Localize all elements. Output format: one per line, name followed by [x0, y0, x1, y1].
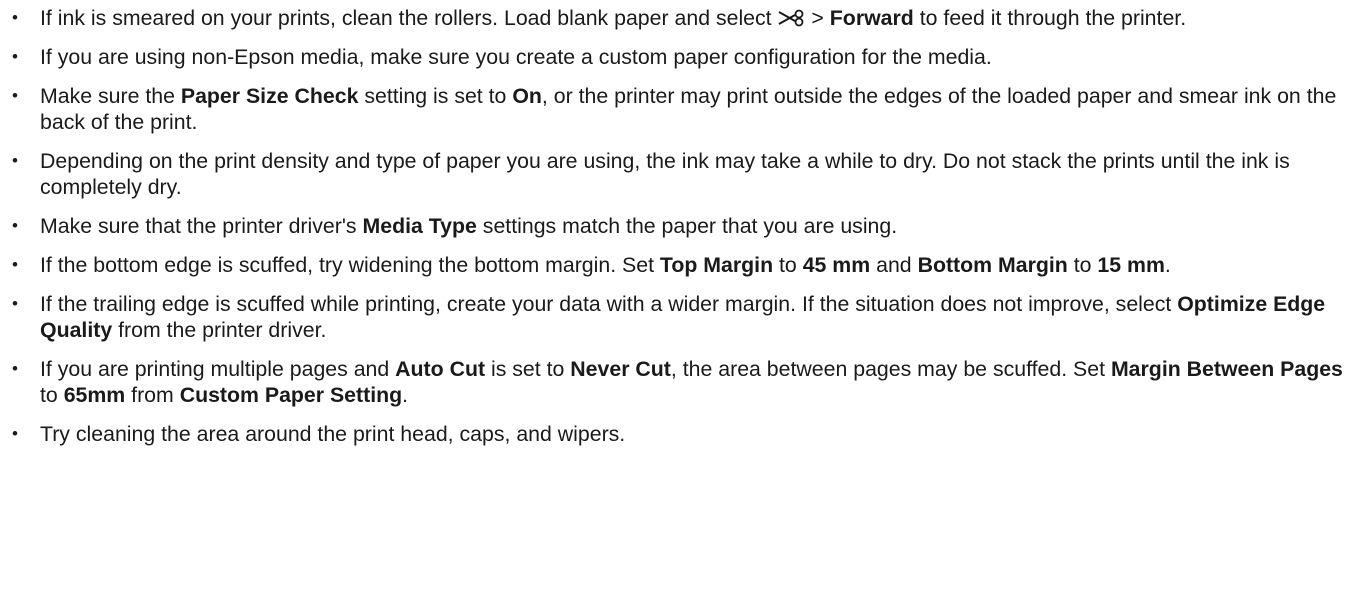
text-run: If the bottom edge is scuffed, try widen… — [40, 253, 660, 277]
document-page: • If ink is smeared on your prints, clean… — [0, 0, 1367, 605]
text-run: > — [805, 6, 830, 30]
text-run: settings match the paper that you are us… — [476, 214, 898, 238]
list-item: • If you are using non-Epson media, make … — [7, 44, 1365, 70]
bold-term: 65mm — [63, 383, 126, 407]
text-run: from — [125, 383, 180, 407]
text-run: Depending on the print density and type … — [40, 149, 1290, 199]
bold-term: On — [512, 84, 542, 108]
text-run: from the printer driver. — [112, 318, 327, 342]
list-item-text: If you are printing multiple pages and A… — [40, 357, 1343, 407]
bold-term: Bottom Margin — [917, 253, 1068, 277]
bullet-dot: • — [12, 424, 18, 443]
text-run: and — [870, 253, 918, 277]
list-item-text: Make sure the Paper Size Check setting i… — [40, 84, 1336, 134]
text-run: If ink is smeared on your prints, clean … — [40, 6, 778, 30]
bullet-dot: • — [12, 47, 18, 66]
bold-term: Never Cut — [570, 357, 671, 381]
text-run: Make sure the — [40, 84, 181, 108]
list-item: • If ink is smeared on your prints, clean… — [7, 5, 1365, 31]
list-item-text: If you are using non-Epson media, make s… — [40, 45, 992, 69]
text-run: . — [402, 383, 409, 407]
text-run: If you are using non-Epson media, make s… — [40, 45, 992, 69]
list-item-text: If ink is smeared on your prints, clean … — [40, 6, 1186, 30]
text-run: . — [1164, 253, 1171, 277]
list-item-text: Try cleaning the area around the print h… — [40, 422, 625, 446]
text-run: , the area between pages may be scuffed.… — [670, 357, 1111, 381]
text-run: Try cleaning the area around the print h… — [40, 422, 626, 446]
bold-term: Forward — [829, 6, 914, 30]
list-item-text: If the trailing edge is scuffed while pr… — [40, 292, 1325, 342]
bullet-dot: • — [12, 216, 18, 235]
text-run: If the trailing edge is scuffed while pr… — [40, 292, 1178, 316]
troubleshooting-bullet-list: • If ink is smeared on your prints, clean… — [7, 5, 1367, 447]
list-item-text: Make sure that the printer driver's Medi… — [40, 214, 897, 238]
list-item: • If the bottom edge is scuffed, try wide… — [7, 252, 1365, 278]
bullet-dot: • — [12, 8, 18, 27]
bold-term: Margin Between Pages — [1110, 357, 1343, 381]
text-run: setting is set to — [358, 84, 513, 108]
bold-term: Paper Size Check — [180, 84, 359, 108]
list-item: • Try cleaning the area around the print … — [7, 421, 1365, 447]
bold-term: Media Type — [362, 214, 477, 238]
bold-term: 45 mm — [802, 253, 871, 277]
list-item: • If you are printing multiple pages and … — [7, 356, 1365, 408]
text-run: is set to — [485, 357, 571, 381]
bullet-dot: • — [12, 359, 18, 378]
text-run: to — [773, 253, 803, 277]
bullet-dot: • — [12, 294, 18, 313]
text-run: Make sure that the printer driver's — [40, 214, 363, 238]
list-item-text: Depending on the print density and type … — [40, 149, 1290, 199]
list-item: • If the trailing edge is scuffed while p… — [7, 291, 1365, 343]
list-item: • Depending on the print density and type… — [7, 148, 1365, 200]
bullet-dot: • — [12, 255, 18, 274]
bold-term: Custom Paper Setting — [179, 383, 403, 407]
bold-term: 15 mm — [1097, 253, 1165, 277]
scissors-icon — [778, 6, 806, 30]
text-run: If you are printing multiple pages and — [40, 357, 396, 381]
text-run: to — [40, 383, 64, 407]
bullet-dot: • — [12, 151, 18, 170]
bold-term: Top Margin — [659, 253, 774, 277]
list-item: • Make sure the Paper Size Check setting … — [7, 83, 1365, 135]
list-item: • Make sure that the printer driver's Med… — [7, 213, 1365, 239]
bullet-dot: • — [12, 86, 18, 105]
text-run: to — [1067, 253, 1098, 277]
bold-term: Auto Cut — [395, 357, 486, 381]
text-run: to feed it through the printer. — [913, 6, 1187, 30]
list-item-text: If the bottom edge is scuffed, try widen… — [40, 253, 1171, 277]
